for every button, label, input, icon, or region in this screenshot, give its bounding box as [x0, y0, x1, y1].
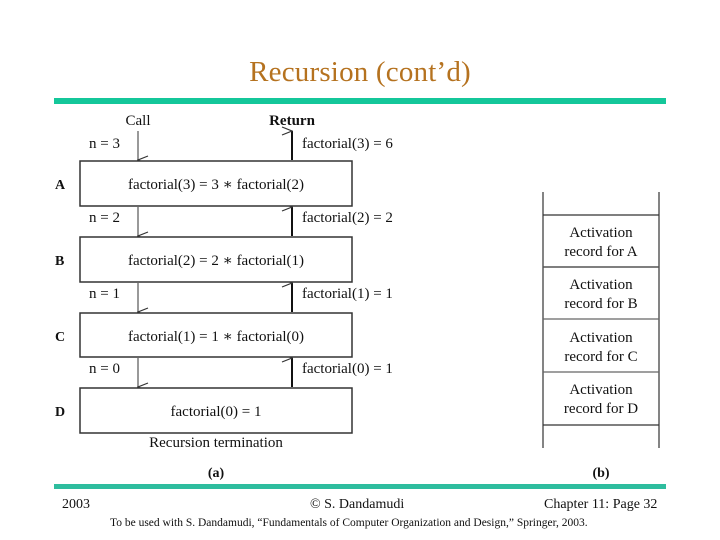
call-label: n = 3 — [89, 136, 120, 152]
call-label: n = 2 — [89, 210, 120, 226]
activation-record-c-line2: record for C — [564, 349, 637, 365]
caption-a: (a) — [208, 466, 225, 481]
return-label: factorial(2) = 2 — [302, 210, 393, 226]
caption-b: (b) — [592, 466, 609, 481]
footer-citation-note: To be used with S. Dandamudi, “Fundament… — [110, 517, 588, 529]
recursion-termination-label: Recursion termination — [149, 435, 283, 451]
frame-text-a: factorial(3) = 3 ∗ factorial(2) — [128, 177, 304, 193]
activation-record-c-line1: Activation — [569, 330, 633, 346]
call-label: n = 1 — [89, 286, 120, 302]
recursion-diagram: Call Return n = 3 n = 2 n = 1 n = 0 fact… — [55, 113, 660, 481]
activation-record-d-line2: record for D — [564, 401, 638, 417]
frame-text-b: factorial(2) = 2 ∗ factorial(1) — [128, 253, 304, 269]
return-label: factorial(0) = 1 — [302, 361, 393, 377]
frame-label-b: B — [55, 254, 64, 269]
return-label: factorial(1) = 1 — [302, 286, 393, 302]
frame-text-d: factorial(0) = 1 — [171, 404, 262, 420]
frame-label-c: C — [55, 330, 65, 345]
activation-record-b-line1: Activation — [569, 277, 633, 293]
call-label: n = 0 — [89, 361, 120, 377]
frame-text-c: factorial(1) = 1 ∗ factorial(0) — [128, 329, 304, 345]
activation-record-b-line2: record for B — [564, 296, 637, 312]
footer-year: 2003 — [62, 497, 90, 512]
call-header: Call — [126, 113, 151, 129]
return-label: factorial(3) = 6 — [302, 136, 393, 152]
activation-record-d-line1: Activation — [569, 382, 633, 398]
activation-record-a-line2: record for A — [564, 244, 637, 260]
footer-page-number: Chapter 11: Page 32 — [544, 497, 658, 512]
activation-record-a-line1: Activation — [569, 225, 633, 241]
return-header: Return — [269, 113, 315, 129]
frame-label-d: D — [55, 405, 65, 420]
frame-label-a: A — [55, 178, 66, 193]
footer-copyright: © S. Dandamudi — [310, 497, 405, 512]
footer-divider — [54, 484, 666, 489]
